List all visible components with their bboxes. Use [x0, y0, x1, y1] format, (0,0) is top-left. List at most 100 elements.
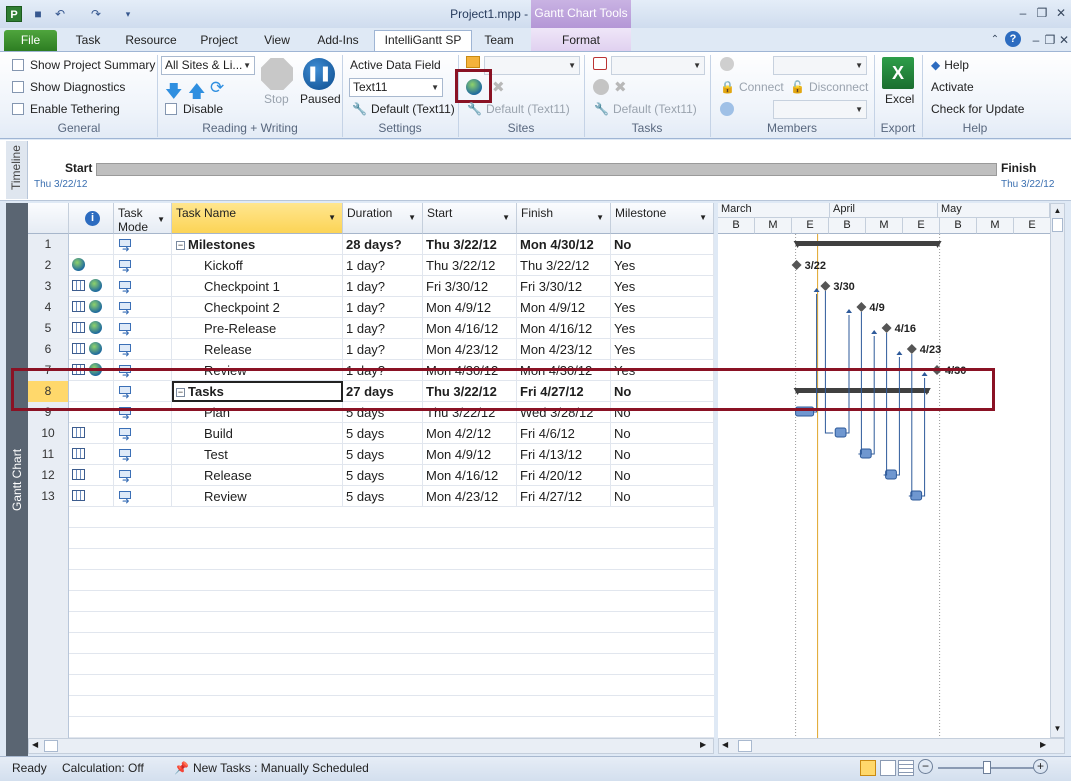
row-number[interactable] [28, 549, 69, 570]
scroll-down-icon[interactable]: ▼ [1051, 724, 1064, 733]
minimize-icon[interactable]: – [1013, 4, 1033, 22]
row-number[interactable] [28, 591, 69, 612]
finish-cell[interactable]: Fri 4/20/12 [517, 465, 611, 486]
table-row[interactable]: 10 Build 5 daysMon 4/2/12Fri 4/6/12No [28, 423, 714, 444]
indicators-header[interactable]: i [69, 203, 114, 234]
grid-scroll-thumb[interactable] [44, 740, 58, 752]
chart-scroll-thumb[interactable] [738, 740, 752, 752]
finish-cell[interactable]: Fri 4/6/12 [517, 423, 611, 444]
disable-checkbox[interactable]: Disable [165, 102, 223, 116]
task-name-cell[interactable]: Test [172, 444, 343, 465]
scroll-up-icon[interactable]: ▲ [1051, 206, 1064, 215]
tab-add-ins[interactable]: Add-Ins [310, 32, 366, 51]
vertical-scroll-thumb[interactable] [1052, 218, 1063, 232]
tab-resource[interactable]: Resource [120, 32, 182, 51]
gantt-chart-area[interactable]: March April May BMEBMEBME 3/22 3/30 4/9 4/1… [718, 203, 1050, 738]
show-diagnostics-checkbox[interactable]: Show Diagnostics [12, 80, 125, 94]
start-cell[interactable]: Mon 4/23/12 [423, 486, 517, 507]
duration-cell[interactable]: 5 days [343, 465, 423, 486]
task-name-cell[interactable]: Review [172, 486, 343, 507]
task-mode-header[interactable]: Task Mode ▼ [114, 203, 172, 234]
tab-view[interactable]: View [256, 32, 298, 51]
finish-cell[interactable]: Thu 3/22/12 [517, 255, 611, 276]
empty-row[interactable] [28, 717, 714, 738]
row-number[interactable] [28, 507, 69, 528]
task-name-cell[interactable]: − Milestones [172, 234, 343, 255]
scroll-left-icon[interactable]: ◀ [32, 740, 38, 749]
duration-cell[interactable]: 5 days [343, 444, 423, 465]
new-tasks-mode[interactable]: 📌 New Tasks : Manually Scheduled [174, 761, 369, 775]
task-name-cell[interactable]: Kickoff [172, 255, 343, 276]
duration-cell[interactable]: 28 days? [343, 234, 423, 255]
sites-default-button[interactable]: 🔧 Default (Text11) [467, 102, 570, 116]
members-combo[interactable]: ▼ [773, 56, 867, 75]
empty-row[interactable] [28, 549, 714, 570]
zoom-slider-thumb[interactable] [983, 761, 991, 774]
restore-icon[interactable]: ❐ [1032, 4, 1052, 22]
collapse-icon[interactable]: − [176, 241, 185, 250]
empty-row[interactable] [28, 612, 714, 633]
tab-intelligantt-sp[interactable]: IntelliGantt SP [374, 30, 472, 51]
empty-row[interactable] [28, 654, 714, 675]
doc-close-icon[interactable]: ✕ [1054, 31, 1071, 49]
close-icon[interactable]: ✕ [1051, 4, 1071, 22]
start-header[interactable]: Start ▼ [423, 203, 517, 234]
empty-row[interactable] [28, 696, 714, 717]
remove-site-icon[interactable]: ✖ [492, 78, 505, 96]
enable-tethering-checkbox[interactable]: Enable Tethering [12, 102, 120, 116]
remove-task-icon[interactable]: ✖ [614, 78, 627, 96]
scroll-right-icon[interactable]: ▶ [700, 740, 706, 749]
start-cell[interactable]: Thu 3/22/12 [423, 234, 517, 255]
tab-project[interactable]: Project [194, 32, 244, 51]
row-number[interactable] [28, 675, 69, 696]
task-name-cell[interactable]: Checkpoint 2 [172, 297, 343, 318]
task-mode-cell[interactable] [114, 297, 172, 318]
finish-cell[interactable]: Mon 4/30/12 [517, 234, 611, 255]
finish-cell[interactable]: Fri 3/30/12 [517, 276, 611, 297]
help-button[interactable]: ◆ Help [931, 58, 969, 72]
tasks-target-combo[interactable]: ▼ [611, 56, 705, 75]
duration-cell[interactable]: 1 day? [343, 297, 423, 318]
row-number[interactable] [28, 570, 69, 591]
table-row[interactable]: 1 −Milestones28 days?Thu 3/22/12Mon 4/30/… [28, 234, 714, 255]
finish-header[interactable]: Finish ▼ [517, 203, 611, 234]
tab-team[interactable]: Team [478, 32, 520, 51]
minimize-ribbon-icon[interactable]: ⌃ [985, 31, 1005, 49]
tasks-default-button[interactable]: 🔧 Default (Text11) [594, 102, 697, 116]
duration-cell[interactable]: 1 day? [343, 255, 423, 276]
duration-header[interactable]: Duration ▼ [343, 203, 423, 234]
finish-cell[interactable]: Mon 4/23/12 [517, 339, 611, 360]
task-name-cell[interactable]: Checkpoint 1 [172, 276, 343, 297]
tab-file[interactable]: File [4, 30, 57, 51]
start-cell[interactable]: Mon 4/9/12 [423, 297, 517, 318]
member-group-icon[interactable] [720, 102, 734, 116]
task-name-cell[interactable]: Build [172, 423, 343, 444]
milestone-cell[interactable]: No [611, 234, 714, 255]
row-number[interactable] [28, 696, 69, 717]
row-number[interactable]: 13 [28, 486, 69, 507]
show-project-summary-checkbox[interactable]: Show Project Summary [12, 58, 155, 72]
site-calendar-icon[interactable] [466, 56, 480, 68]
row-number[interactable] [28, 654, 69, 675]
milestone-cell[interactable]: Yes [611, 255, 714, 276]
milestone-cell[interactable]: No [611, 486, 714, 507]
task-mode-cell[interactable] [114, 234, 172, 255]
start-cell[interactable]: Mon 4/9/12 [423, 444, 517, 465]
table-row[interactable]: 13 Review 5 daysMon 4/23/12Fri 4/27/12No [28, 486, 714, 507]
task-mode-cell[interactable] [114, 255, 172, 276]
row-number[interactable]: 1 [28, 234, 69, 255]
check-for-update-button[interactable]: Check for Update [931, 102, 1024, 116]
row-number[interactable]: 10 [28, 423, 69, 444]
chart-scroll-left-icon[interactable]: ◀ [722, 740, 728, 749]
milestone-cell[interactable]: No [611, 465, 714, 486]
members-list-combo[interactable]: ▼ [773, 100, 867, 119]
task-name-header[interactable]: Task Name ▼ [172, 203, 343, 234]
start-cell[interactable]: Fri 3/30/12 [423, 276, 517, 297]
row-number[interactable]: 6 [28, 339, 69, 360]
empty-row[interactable] [28, 507, 714, 528]
finish-cell[interactable]: Mon 4/9/12 [517, 297, 611, 318]
row-number[interactable]: 4 [28, 297, 69, 318]
site-globe-icon[interactable] [466, 79, 482, 95]
task-mode-cell[interactable] [114, 486, 172, 507]
row-number[interactable]: 2 [28, 255, 69, 276]
